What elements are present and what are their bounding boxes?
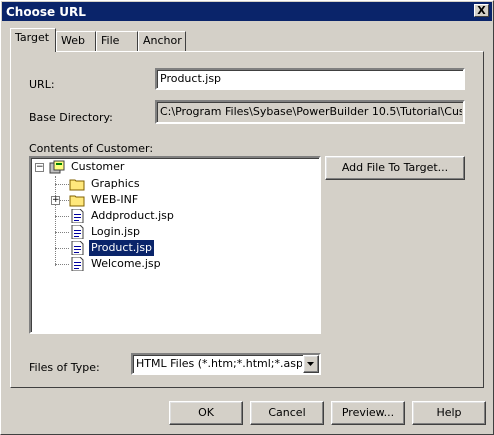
files-of-type-label: Files of Type: — [29, 361, 100, 374]
tree-connector — [55, 248, 69, 249]
tab-anchor-label: Anchor — [143, 34, 182, 47]
tree-item-label: Product.jsp — [87, 239, 156, 257]
close-button[interactable]: X — [474, 4, 489, 17]
expand-icon[interactable]: + — [51, 196, 60, 205]
tree-item-graphics[interactable]: Graphics — [69, 176, 189, 192]
tab-target-label: Target — [15, 31, 50, 44]
collapse-icon[interactable]: − — [35, 163, 44, 172]
base-directory-field: C:\Program Files\Sybase\PowerBuilder 10.… — [155, 100, 465, 124]
project-icon — [49, 160, 65, 174]
choose-url-dialog: Choose URL X Target Web File Anchor URL:… — [0, 0, 494, 435]
tree-item-addproduct-jsp[interactable]: Addproduct.jsp — [69, 208, 209, 224]
tree-item-label: Login.jsp — [91, 225, 140, 238]
tree-item-welcome-jsp[interactable]: Welcome.jsp — [69, 256, 189, 272]
title-bar[interactable]: Choose URL X — [2, 2, 492, 21]
jsp-file-icon — [71, 209, 84, 223]
tree-connector — [55, 184, 69, 185]
tree-item-label: Customer — [71, 160, 125, 173]
add-file-to-target-button[interactable]: Add File To Target... — [325, 156, 465, 180]
url-input[interactable]: Product.jsp — [155, 68, 465, 90]
jsp-file-icon — [71, 241, 84, 255]
url-label: URL: — [29, 78, 55, 91]
contents-label: Contents of Customer: — [29, 142, 154, 155]
files-of-type-value: HTML Files (*.htm;*.html;*.asp;*.stm — [136, 357, 302, 370]
tree-item-login-jsp[interactable]: Login.jsp — [69, 224, 189, 240]
tab-file-label: File — [101, 34, 120, 47]
tree-item-customer[interactable]: Customer — [49, 159, 169, 175]
tree-connector — [55, 264, 69, 265]
dropdown-arrow-button[interactable] — [303, 355, 319, 373]
ok-button[interactable]: OK — [169, 401, 243, 425]
preview-button[interactable]: Preview... — [331, 401, 405, 425]
tab-web[interactable]: Web — [56, 31, 96, 51]
tree-item-product-jsp[interactable]: Product.jsp — [69, 239, 189, 257]
tab-web-label: Web — [61, 34, 85, 47]
tab-target[interactable]: Target — [10, 28, 56, 52]
window-title: Choose URL — [6, 5, 86, 19]
cancel-button[interactable]: Cancel — [250, 401, 324, 425]
url-input-value: Product.jsp — [160, 72, 222, 85]
tab-anchor[interactable]: Anchor — [138, 31, 186, 51]
tree-item-label: Addproduct.jsp — [91, 209, 174, 222]
help-button[interactable]: Help — [412, 401, 486, 425]
tree-connector — [55, 216, 69, 217]
tree-item-label: Graphics — [91, 177, 140, 190]
tree-item-label: WEB-INF — [91, 193, 139, 206]
folder-icon — [69, 195, 85, 207]
tree-item-web-inf[interactable]: WEB-INF — [69, 192, 189, 208]
files-of-type-select[interactable]: HTML Files (*.htm;*.html;*.asp;*.stm — [131, 353, 321, 375]
tab-file[interactable]: File — [96, 31, 138, 51]
chevron-down-icon — [307, 362, 314, 366]
jsp-file-icon — [71, 257, 84, 271]
base-directory-value: C:\Program Files\Sybase\PowerBuilder 10.… — [160, 105, 462, 118]
tree-item-label: Welcome.jsp — [91, 257, 161, 270]
tree-connector — [55, 176, 56, 266]
jsp-file-icon — [71, 225, 84, 239]
base-directory-label: Base Directory: — [29, 111, 113, 124]
contents-tree[interactable]: − Customer Graphics + WEB-INF Addproduct… — [29, 156, 321, 334]
tree-connector — [55, 232, 69, 233]
folder-icon — [69, 179, 85, 191]
